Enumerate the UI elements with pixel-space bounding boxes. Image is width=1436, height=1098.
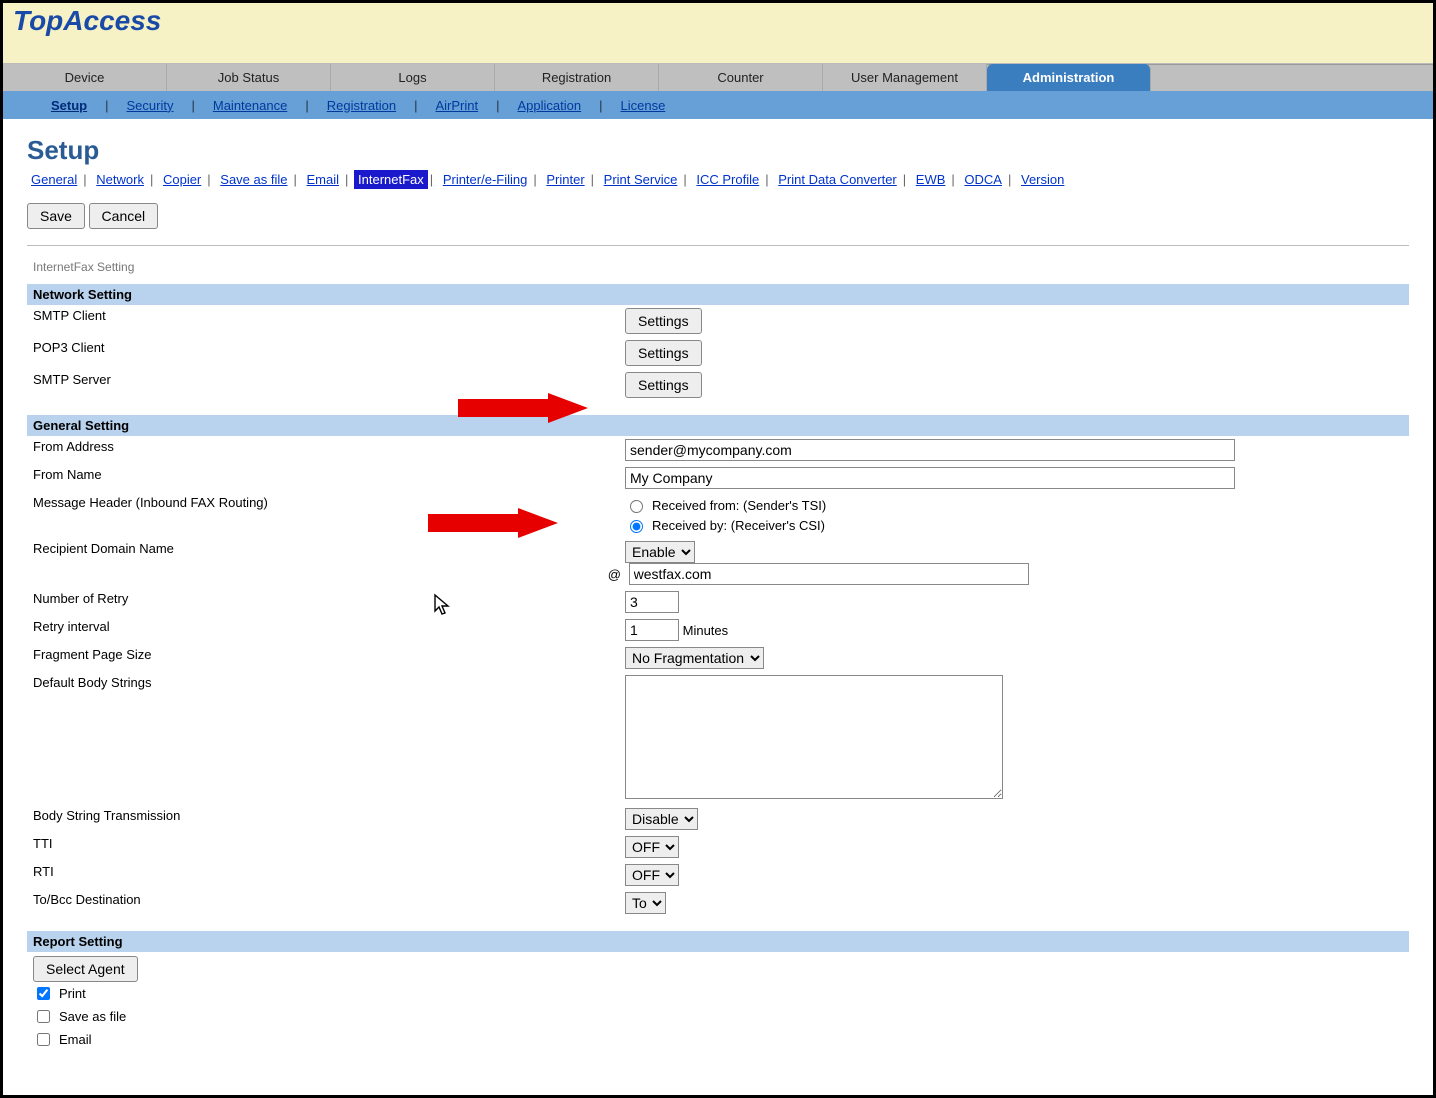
from-name-input[interactable] xyxy=(625,467,1235,489)
retry-interval-unit: Minutes xyxy=(683,623,729,638)
settings-smtp-server-button[interactable]: Settings xyxy=(625,372,702,398)
tobcc-select[interactable]: To xyxy=(625,892,666,914)
settings-pop3-client-button[interactable]: Settings xyxy=(625,340,702,366)
truncated-header: InternetFax Setting xyxy=(27,258,1409,276)
tti-select[interactable]: OFF xyxy=(625,836,679,858)
radio-received-from[interactable]: Received from: (Sender's TSI) xyxy=(625,495,1403,515)
content-area: Setup General| Network| Copier| Save as … xyxy=(3,119,1433,1067)
filter-copier[interactable]: Copier xyxy=(159,170,205,189)
general-table: From Address From Name Message Header (I… xyxy=(27,436,1409,917)
filter-printer[interactable]: Printer xyxy=(542,170,588,189)
cb-print-input[interactable] xyxy=(37,987,50,1000)
subnav-registration[interactable]: Registration xyxy=(309,98,414,113)
radio-received-from-label: Received from: (Sender's TSI) xyxy=(652,498,826,513)
cb-save-as-file-label: Save as file xyxy=(59,1009,126,1024)
cb-save-as-file[interactable]: Save as file xyxy=(33,1005,1403,1028)
body-tx-select[interactable]: Disable xyxy=(625,808,698,830)
cb-print[interactable]: Print xyxy=(33,982,1403,1005)
network-table: SMTP Client Settings POP3 Client Setting… xyxy=(27,305,1409,401)
page-title: Setup xyxy=(27,135,1409,166)
filter-odca[interactable]: ODCA xyxy=(960,170,1006,189)
lbl-retry-interval: Retry interval xyxy=(27,616,619,644)
lbl-default-body-strings: Default Body Strings xyxy=(27,672,619,805)
settings-smtp-client-button[interactable]: Settings xyxy=(625,308,702,334)
lbl-fragment-page-size: Fragment Page Size xyxy=(27,644,619,672)
retry-input[interactable] xyxy=(625,591,679,613)
section-report-setting: Report Setting xyxy=(27,931,1409,952)
lbl-from-address: From Address xyxy=(27,436,619,464)
tab-logs[interactable]: Logs xyxy=(331,64,495,91)
divider xyxy=(27,245,1409,246)
filter-internetfax[interactable]: InternetFax xyxy=(354,170,428,189)
filter-save-as-file[interactable]: Save as file xyxy=(216,170,291,189)
tab-registration[interactable]: Registration xyxy=(495,64,659,91)
lbl-rti: RTI xyxy=(27,861,619,889)
cb-email-label: Email xyxy=(59,1032,92,1047)
select-agent-button[interactable]: Select Agent xyxy=(33,956,138,982)
main-tabs: Device Job Status Logs Registration Coun… xyxy=(3,64,1433,91)
lbl-tti: TTI xyxy=(27,833,619,861)
cb-email-input[interactable] xyxy=(37,1033,50,1046)
setup-filter-links: General| Network| Copier| Save as file| … xyxy=(27,172,1409,187)
lbl-smtp-client: SMTP Client xyxy=(27,305,619,337)
filter-ewb[interactable]: EWB xyxy=(912,170,950,189)
lbl-pop3-client: POP3 Client xyxy=(27,337,619,369)
filter-print-service[interactable]: Print Service xyxy=(600,170,682,189)
lbl-body-string-tx: Body String Transmission xyxy=(27,805,619,833)
lbl-smtp-server: SMTP Server xyxy=(27,369,619,401)
recipient-domain-input[interactable] xyxy=(629,563,1029,585)
from-address-input[interactable] xyxy=(625,439,1235,461)
default-body-textarea[interactable] xyxy=(625,675,1003,799)
tab-job-status[interactable]: Job Status xyxy=(167,64,331,91)
filter-icc-profile[interactable]: ICC Profile xyxy=(692,170,763,189)
cb-email[interactable]: Email xyxy=(33,1028,1403,1051)
cancel-button[interactable]: Cancel xyxy=(89,203,159,229)
filter-general[interactable]: General xyxy=(27,170,81,189)
radio-received-by-input[interactable] xyxy=(630,520,643,533)
cb-save-as-file-input[interactable] xyxy=(37,1010,50,1023)
filter-email[interactable]: Email xyxy=(303,170,344,189)
lbl-from-name: From Name xyxy=(27,464,619,492)
lbl-recipient-domain: Recipient Domain Name xyxy=(27,538,619,588)
filter-version[interactable]: Version xyxy=(1017,170,1068,189)
filter-print-data-converter[interactable]: Print Data Converter xyxy=(774,170,901,189)
at-symbol: @ xyxy=(607,567,621,582)
lbl-number-of-retry: Number of Retry xyxy=(27,588,619,616)
subnav-security[interactable]: Security xyxy=(109,98,192,113)
tab-user-management[interactable]: User Management xyxy=(823,64,987,91)
retry-interval-input[interactable] xyxy=(625,619,679,641)
radio-received-by-label: Received by: (Receiver's CSI) xyxy=(652,518,825,533)
section-network-setting: Network Setting xyxy=(27,284,1409,305)
recipient-domain-enable-select[interactable]: Enable xyxy=(625,541,695,563)
lbl-message-header: Message Header (Inbound FAX Routing) xyxy=(27,492,619,538)
lbl-tobcc: To/Bcc Destination xyxy=(27,889,619,917)
radio-received-by[interactable]: Received by: (Receiver's CSI) xyxy=(625,515,1403,535)
tab-administration[interactable]: Administration xyxy=(987,64,1151,91)
filter-network[interactable]: Network xyxy=(92,170,148,189)
save-button[interactable]: Save xyxy=(27,203,85,229)
subnav-setup[interactable]: Setup xyxy=(33,98,105,113)
subnav-airprint[interactable]: AirPrint xyxy=(417,98,496,113)
radio-received-from-input[interactable] xyxy=(630,500,643,513)
rti-select[interactable]: OFF xyxy=(625,864,679,886)
logo: TopAccess xyxy=(13,3,1423,37)
sub-nav: Setup| Security| Maintenance| Registrati… xyxy=(3,91,1433,119)
subnav-maintenance[interactable]: Maintenance xyxy=(195,98,305,113)
tab-counter[interactable]: Counter xyxy=(659,64,823,91)
filter-printer-efiling[interactable]: Printer/e-Filing xyxy=(439,170,532,189)
section-general-setting: General Setting xyxy=(27,415,1409,436)
subnav-application[interactable]: Application xyxy=(500,98,600,113)
cb-print-label: Print xyxy=(59,986,86,1001)
subnav-license[interactable]: License xyxy=(603,98,684,113)
fragment-select[interactable]: No Fragmentation xyxy=(625,647,764,669)
top-bar: TopAccess xyxy=(3,3,1433,64)
tab-device[interactable]: Device xyxy=(3,64,167,91)
